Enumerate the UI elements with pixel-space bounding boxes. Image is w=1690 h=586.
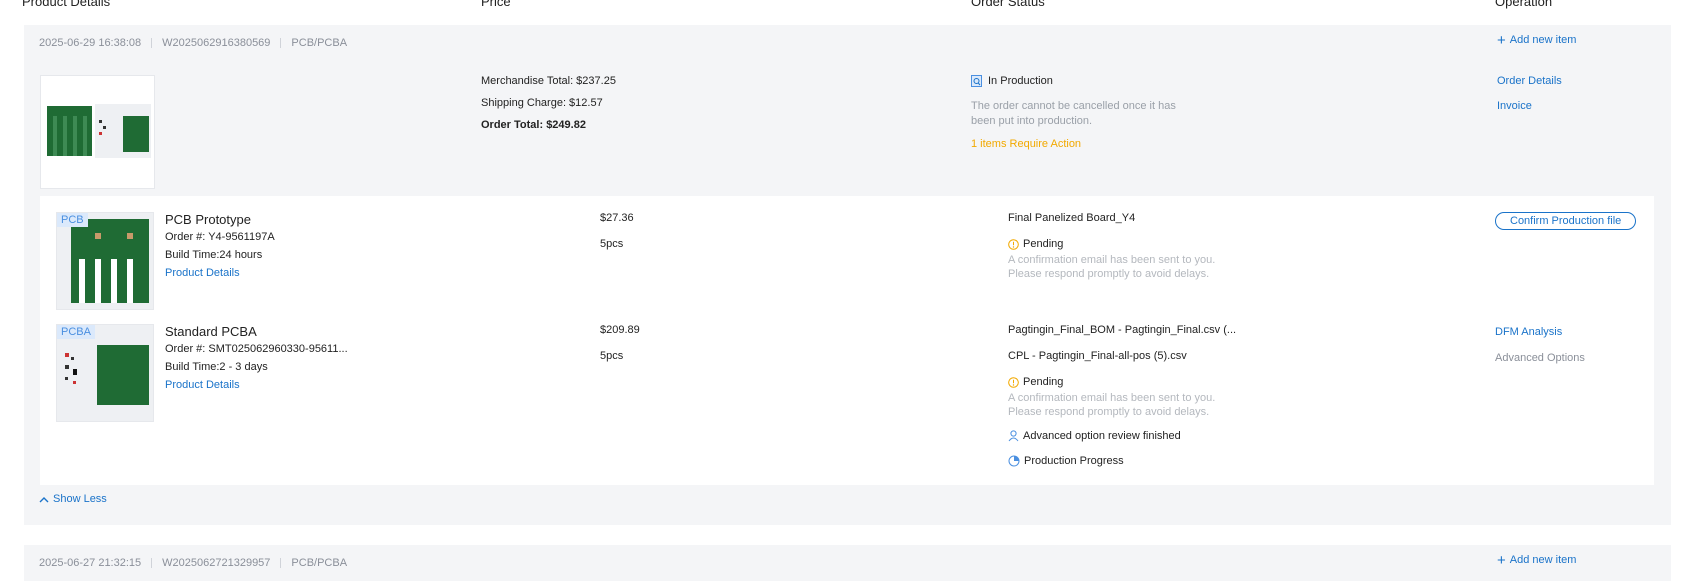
- item-quantity: 5pcs: [600, 350, 624, 362]
- invoice-link[interactable]: Invoice: [1497, 100, 1532, 112]
- order-number: W2025062721329957: [162, 557, 271, 569]
- progress-icon: [1008, 455, 1020, 467]
- order-number: W2025062916380569: [162, 37, 271, 49]
- divider: [151, 38, 153, 48]
- clock-alert-icon: [1008, 376, 1019, 388]
- advanced-options-link[interactable]: Advanced Options: [1495, 352, 1585, 364]
- order-thumbnail: [40, 75, 155, 189]
- user-icon: [1008, 430, 1019, 442]
- item-thumbnail: PCBA: [56, 324, 154, 422]
- add-new-item-label: Add new item: [1509, 34, 1577, 46]
- production-progress-link[interactable]: Production Progress: [1008, 455, 1124, 467]
- item-cpl-file[interactable]: CPL - Pagtingin_Final-all-pos (5).csv: [1008, 350, 1187, 362]
- plus-icon: +: [1497, 31, 1506, 49]
- header-order-status: Order Status: [971, 0, 1045, 9]
- item-file[interactable]: Final Panelized Board_Y4: [1008, 212, 1135, 224]
- show-less-button[interactable]: Show Less: [39, 493, 107, 505]
- header-price: Price: [481, 0, 511, 9]
- merchandise-total: Merchandise Total: $237.25: [481, 75, 616, 87]
- item-name: Standard PCBA: [165, 324, 257, 339]
- item-note: A confirmation email has been sent to yo…: [1008, 392, 1216, 418]
- order-card: 2025-06-27 21:32:15 W2025062721329957 PC…: [24, 545, 1671, 581]
- order-type: PCB/PCBA: [291, 557, 348, 569]
- item-build-time: Build Time:2 - 3 days: [165, 361, 268, 373]
- item-tag: PCB: [57, 213, 88, 227]
- shipping-charge: Shipping Charge: $12.57: [481, 97, 603, 109]
- items-panel: PCB PCB Prototype Order #: Y4-9561197A B…: [40, 196, 1654, 485]
- advanced-review-status: Advanced option review finished: [1008, 430, 1181, 442]
- item-state: Pending: [1008, 376, 1063, 388]
- item-build-time: Build Time:24 hours: [165, 249, 263, 261]
- item-bom-file[interactable]: Pagtingin_Final_BOM - Pagtingin_Final.cs…: [1008, 324, 1236, 336]
- status-note: The order cannot be cancelled once it ha…: [971, 100, 1176, 127]
- order-meta: 2025-06-27 21:32:15 W2025062721329957 PC…: [39, 557, 347, 569]
- item-state-label: Pending: [1023, 376, 1064, 388]
- plus-icon: +: [1497, 551, 1506, 569]
- item-price: $209.89: [600, 324, 640, 336]
- item-price: $27.36: [600, 212, 634, 224]
- product-details-link[interactable]: Product Details: [165, 267, 240, 279]
- action-required-link[interactable]: 1 items Require Action: [971, 138, 1081, 150]
- order-total: Order Total: $249.82: [481, 119, 586, 131]
- item-thumbnail: PCB: [56, 212, 154, 310]
- item-note: A confirmation email has been sent to yo…: [1008, 254, 1216, 280]
- item-order-number: Order #: Y4-9561197A: [165, 231, 275, 243]
- item-quantity: 5pcs: [600, 238, 624, 250]
- item-order-number: Order #: SMT025062960330-95611...: [165, 343, 348, 355]
- production-icon: [971, 75, 982, 87]
- production-progress-label: Production Progress: [1024, 455, 1124, 467]
- add-new-item-button[interactable]: + Add new item: [1497, 551, 1577, 569]
- order-date: 2025-06-27 21:32:15: [39, 557, 142, 569]
- confirm-production-file-button[interactable]: Confirm Production file: [1495, 212, 1637, 230]
- header-product-details: Product Details: [22, 0, 111, 9]
- product-details-link[interactable]: Product Details: [165, 379, 240, 391]
- show-less-label: Show Less: [53, 493, 107, 505]
- order-status: In Production: [971, 75, 1053, 87]
- chevron-up-icon: [39, 496, 49, 502]
- order-meta: 2025-06-29 16:38:08 W2025062916380569 PC…: [39, 37, 347, 49]
- status-label: In Production: [988, 75, 1053, 87]
- add-new-item-label: Add new item: [1509, 554, 1577, 566]
- item-state: Pending: [1008, 238, 1063, 250]
- clock-alert-icon: [1008, 238, 1019, 250]
- order-type: PCB/PCBA: [291, 37, 348, 49]
- order-details-link[interactable]: Order Details: [1497, 75, 1562, 87]
- advanced-review-label: Advanced option review finished: [1023, 430, 1181, 442]
- order-date: 2025-06-29 16:38:08: [39, 37, 142, 49]
- divider: [280, 38, 282, 48]
- item-state-label: Pending: [1023, 238, 1064, 250]
- divider: [151, 558, 153, 568]
- add-new-item-button[interactable]: + Add new item: [1497, 31, 1577, 49]
- item-tag: PCBA: [57, 325, 95, 339]
- item-name: PCB Prototype: [165, 212, 251, 227]
- header-operation: Operation: [1495, 0, 1553, 9]
- divider: [280, 558, 282, 568]
- order-card: 2025-06-29 16:38:08 W2025062916380569 PC…: [24, 25, 1671, 525]
- dfm-analysis-link[interactable]: DFM Analysis: [1495, 326, 1562, 338]
